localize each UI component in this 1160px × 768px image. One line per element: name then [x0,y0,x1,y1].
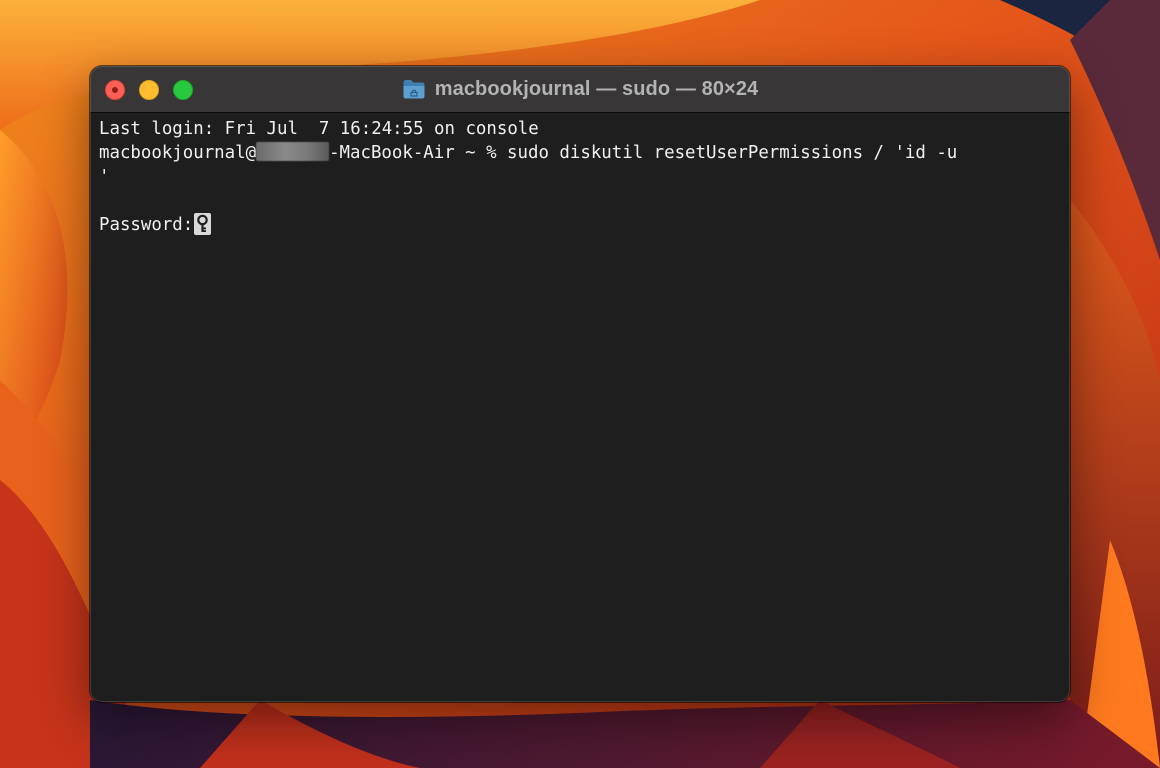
command-line: macbookjournal@ -MacBook-Air ~ % sudo dis… [99,141,1061,165]
key-icon[interactable] [194,213,212,235]
terminal-window: macbookjournal — sudo — 80×24 Last login… [90,66,1070,702]
password-prompt: Password: [99,215,194,235]
command-text: -MacBook-Air ~ % sudo diskutil resetUser… [329,143,958,163]
terminal-output[interactable]: Last login: Fri Jul 7 16:24:55 on consol… [90,113,1070,702]
title-bar[interactable]: macbookjournal — sudo — 80×24 [90,66,1070,113]
password-line: Password: [99,213,1061,237]
window-title-area: macbookjournal — sudo — 80×24 [90,66,1070,112]
folder-icon [402,78,426,100]
window-title: macbookjournal — sudo — 80×24 [434,77,759,100]
command-continuation: ' [99,167,110,187]
prompt-user: macbookjournal@ [99,143,257,163]
last-login-line: Last login: Fri Jul 7 16:24:55 on consol… [99,119,539,139]
redacted-username [256,142,330,161]
